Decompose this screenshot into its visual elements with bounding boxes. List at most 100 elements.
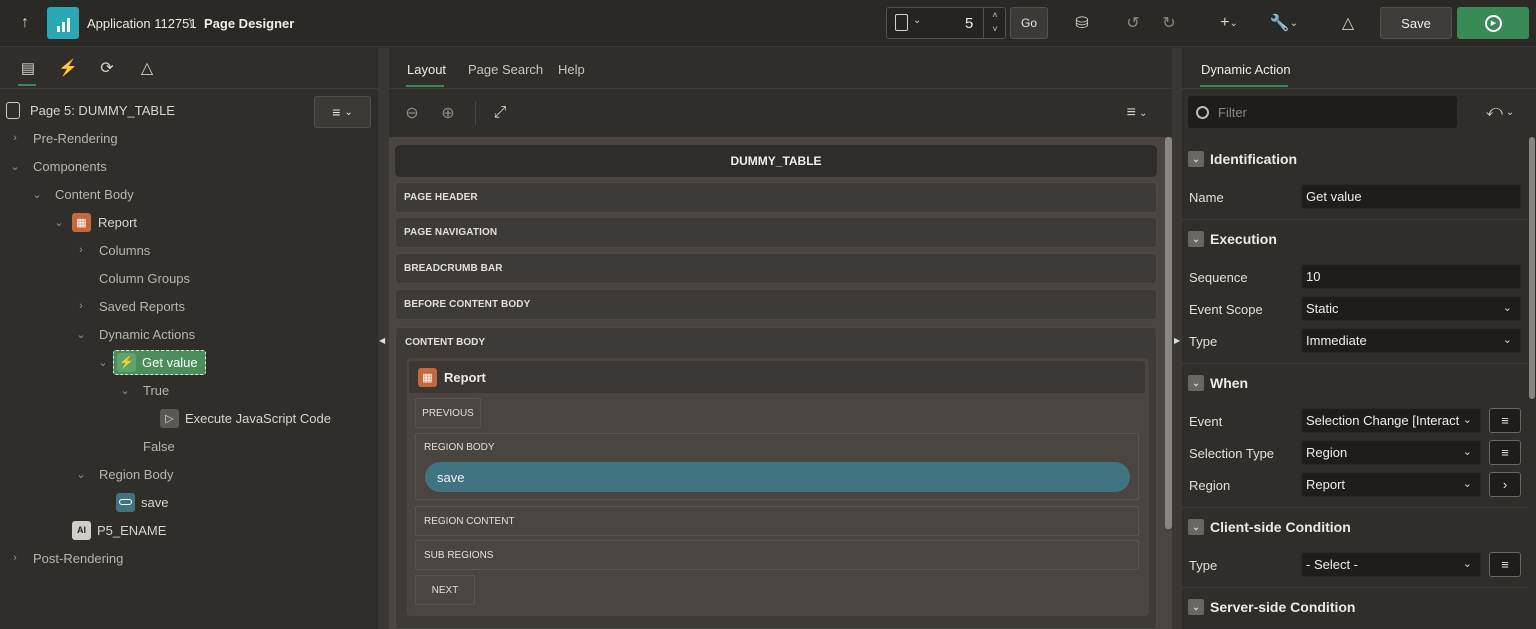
chevron-right-icon[interactable]: › — [8, 132, 22, 144]
rendering-tab-icon[interactable]: ▤ — [18, 58, 38, 78]
slot-next[interactable]: NEXT — [415, 575, 475, 605]
tree-node-column-groups[interactable]: Column Groups — [99, 264, 190, 292]
lock-icon[interactable]: ⛁ — [1070, 12, 1094, 34]
tree-node-false[interactable]: False — [143, 432, 175, 460]
slot-content-body[interactable]: CONTENT BODY ▦ Report PREVIOUS REGION BO… — [395, 327, 1157, 629]
chevron-down-icon[interactable]: ⌄ — [913, 15, 921, 26]
slot-region-content[interactable]: REGION CONTENT — [415, 506, 1139, 536]
tab-dynamic-action[interactable]: Dynamic Action — [1201, 62, 1291, 77]
tree-node-execute-js[interactable]: ▷ Execute JavaScript Code — [160, 404, 331, 432]
chevron-down-icon[interactable]: ⌄ — [74, 328, 88, 341]
tree-node-components[interactable]: ⌄ Components — [8, 152, 106, 180]
collapse-right-icon[interactable]: ▶ — [1174, 336, 1180, 345]
region-select[interactable]: Report ⌄ — [1301, 472, 1481, 497]
slot-before-content-body[interactable]: BEFORE CONTENT BODY — [395, 289, 1157, 320]
tree-node-content-body[interactable]: ⌄ Content Body — [30, 180, 133, 208]
page-name-bar[interactable]: DUMMY_TABLE — [395, 145, 1157, 177]
shared-components-icon[interactable]: △ — [1336, 12, 1360, 34]
selection-type-select[interactable]: Region ⌄ — [1301, 440, 1481, 465]
shared-components-tab-icon[interactable]: △ — [137, 58, 157, 78]
go-to-group-icon[interactable]: ⤺ ⌄ — [1482, 101, 1518, 123]
chevron-right-icon[interactable]: › — [74, 300, 88, 312]
run-page-button[interactable]: ▶ — [1457, 7, 1529, 39]
collapse-icon[interactable]: ⌄ — [1188, 151, 1204, 167]
page-number-input[interactable]: 5 — [965, 15, 973, 32]
tree-node-columns[interactable]: › Columns — [74, 236, 150, 264]
expand-icon[interactable]: ⤢ — [489, 102, 511, 124]
collapse-icon[interactable]: ⌄ — [1188, 231, 1204, 247]
tree-node-dynamic-actions[interactable]: ⌄ Dynamic Actions — [74, 320, 195, 348]
section-server-side-condition[interactable]: ⌄ Server-side Condition — [1182, 591, 1528, 623]
tree-node-report[interactable]: ⌄ ▦ Report — [52, 208, 137, 236]
chevron-down-icon[interactable]: ⌄ — [96, 356, 110, 369]
client-type-select[interactable]: - Select - ⌄ — [1301, 552, 1481, 577]
tree-node-p5-ename[interactable]: AI P5_ENAME — [72, 516, 166, 544]
report-region[interactable]: ▦ Report PREVIOUS REGION BODY save REGIO… — [407, 358, 1149, 616]
tree-node-save[interactable]: save — [116, 488, 168, 516]
type-select[interactable]: Immediate ⌄ — [1301, 328, 1521, 353]
slot-page-navigation[interactable]: PAGE NAVIGATION — [395, 217, 1157, 248]
region-go-button[interactable]: › — [1489, 472, 1521, 497]
create-menu-icon[interactable]: + ⌄ — [1212, 12, 1246, 34]
tree-node-post-rendering[interactable]: › Post-Rendering — [8, 544, 123, 572]
page-selector[interactable]: ⌄ 5 ˄ ˅ — [886, 7, 1006, 39]
client-type-list-button[interactable]: ≡ — [1489, 552, 1521, 577]
layout-menu-icon[interactable]: ≡ ⌄ — [1121, 102, 1153, 124]
app-title-link[interactable]: Application 112751 — [87, 16, 197, 31]
tab-layout[interactable]: Layout — [407, 62, 446, 77]
section-when[interactable]: ⌄ When — [1182, 367, 1528, 399]
page-icon[interactable] — [895, 14, 908, 31]
chevron-right-icon[interactable]: › — [8, 552, 22, 564]
tree-node-region-body[interactable]: ⌄ Region Body — [74, 460, 173, 488]
page-stepper[interactable]: ˄ ˅ — [983, 8, 1006, 38]
slot-page-header[interactable]: PAGE HEADER — [395, 182, 1157, 213]
collapse-icon[interactable]: ⌄ — [1188, 599, 1204, 615]
collapse-left-icon[interactable]: ◀ — [379, 336, 385, 345]
undo-icon[interactable]: ↺ — [1122, 12, 1144, 34]
selection-type-list-button[interactable]: ≡ — [1489, 440, 1521, 465]
tree-node-true[interactable]: ⌄ True — [118, 376, 169, 404]
chevron-down-icon[interactable]: ⌄ — [30, 188, 44, 201]
dynamic-actions-tab-icon[interactable]: ⚡ — [58, 58, 78, 78]
tree-node-pre-rendering[interactable]: › Pre-Rendering — [8, 124, 117, 152]
go-button[interactable]: Go — [1010, 7, 1048, 39]
tab-help[interactable]: Help — [558, 62, 585, 77]
utilities-wrench-icon[interactable]: 🔧 ⌄ — [1266, 12, 1302, 34]
vertical-scrollbar[interactable] — [1165, 137, 1172, 529]
save-button[interactable]: Save — [1380, 7, 1452, 39]
section-client-side-condition[interactable]: ⌄ Client-side Condition — [1182, 511, 1528, 543]
up-arrow-icon[interactable]: ↑ — [14, 12, 36, 34]
page-node[interactable]: Page 5: DUMMY_TABLE — [6, 96, 175, 124]
chevron-right-icon[interactable]: › — [74, 244, 88, 256]
left-splitter[interactable]: ◀ — [378, 48, 389, 629]
section-identification[interactable]: ⌄ Identification — [1182, 143, 1528, 175]
slot-sub-regions[interactable]: SUB REGIONS — [415, 540, 1139, 570]
processing-tab-icon[interactable]: ⟳ — [97, 58, 117, 78]
event-scope-select[interactable]: Static ⌄ — [1301, 296, 1521, 321]
slot-breadcrumb-bar[interactable]: BREADCRUMB BAR — [395, 253, 1157, 284]
save-region-button[interactable]: save — [425, 462, 1130, 492]
tree-node-get-value[interactable]: ⌄ ⚡ Get value — [96, 348, 206, 376]
redo-icon[interactable]: ↻ — [1158, 12, 1180, 34]
selected-node-highlight[interactable]: ⚡ Get value — [113, 349, 206, 375]
chevron-down-icon[interactable]: ⌄ — [118, 384, 132, 397]
slot-region-body[interactable]: REGION BODY save — [415, 433, 1139, 500]
zoom-out-icon[interactable]: ⊖ — [401, 102, 423, 124]
event-list-button[interactable]: ≡ — [1489, 408, 1521, 433]
tree-node-saved-reports[interactable]: › Saved Reports — [74, 292, 185, 320]
property-scrollbar[interactable] — [1529, 137, 1535, 399]
zoom-in-icon[interactable]: ⊕ — [437, 102, 459, 124]
chevron-down-icon[interactable]: ⌄ — [52, 216, 66, 229]
tree-menu-button[interactable]: ≡ ⌄ — [314, 96, 371, 128]
chevron-down-icon[interactable]: ⌄ — [74, 468, 88, 481]
right-splitter[interactable]: ▶ — [1172, 48, 1182, 629]
event-select[interactable]: Selection Change [Interacti ⌄ — [1301, 408, 1481, 433]
collapse-icon[interactable]: ⌄ — [1188, 375, 1204, 391]
slot-previous[interactable]: PREVIOUS — [415, 398, 481, 428]
app-icon[interactable] — [47, 7, 79, 39]
report-region-header[interactable]: ▦ Report — [409, 361, 1145, 393]
filter-input[interactable]: Filter — [1188, 96, 1457, 128]
section-execution[interactable]: ⌄ Execution — [1182, 223, 1528, 255]
collapse-icon[interactable]: ⌄ — [1188, 519, 1204, 535]
name-field[interactable]: Get value — [1301, 184, 1521, 209]
